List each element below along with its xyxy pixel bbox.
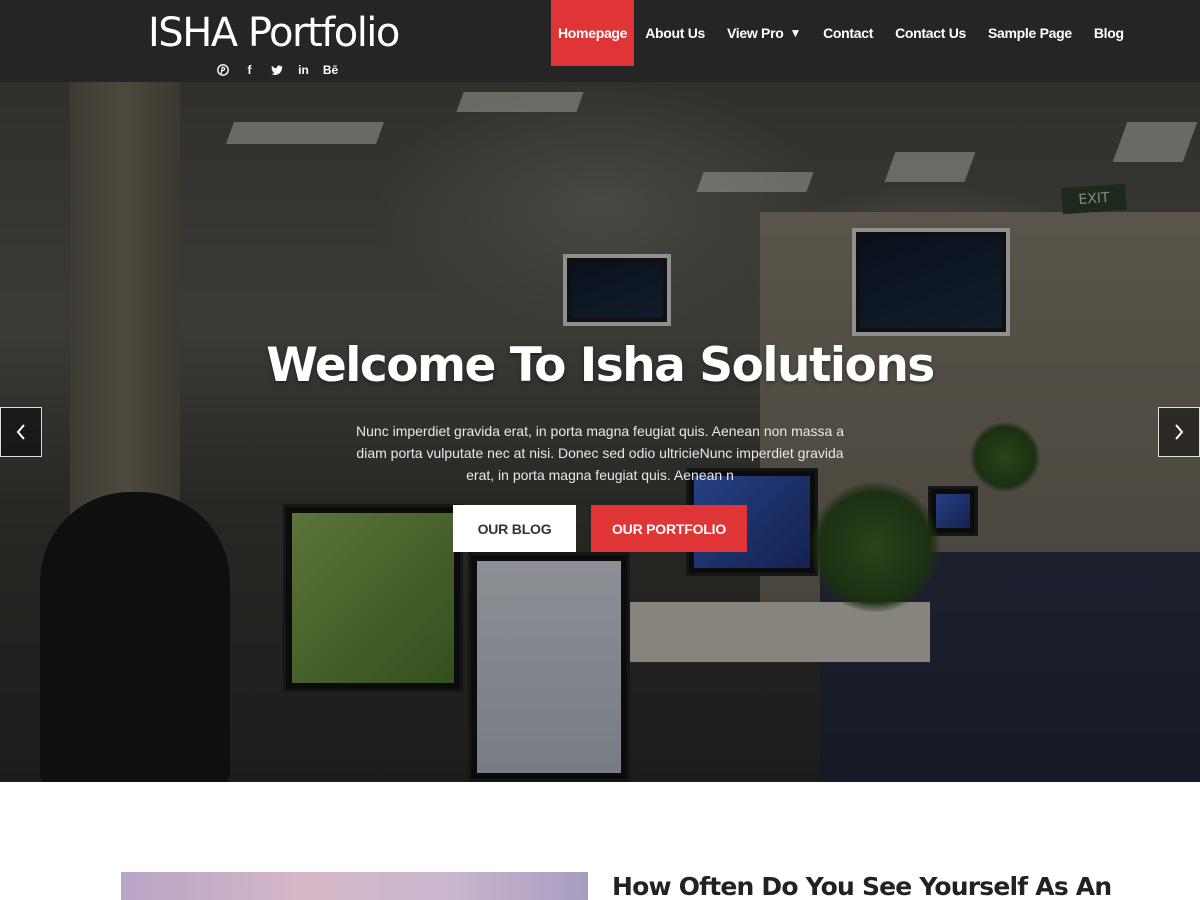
nav-label: Contact Us [895,25,966,41]
nav-item-blog[interactable]: Blog [1083,0,1135,66]
slider-next-button[interactable] [1158,407,1200,457]
nav-item-homepage[interactable]: Homepage [551,0,635,66]
nav-label: Homepage [558,25,628,41]
post-title[interactable]: How Often Do You See Yourself As An [612,870,1112,900]
linkedin-icon[interactable]: in [295,62,312,78]
chevron-left-icon [16,424,25,440]
social-links: f in Bē [214,62,339,78]
nav-item-contact[interactable]: Contact [812,0,884,66]
facebook-icon[interactable]: f [241,62,258,78]
behance-icon[interactable]: Bē [322,62,339,78]
nav-label: Blog [1093,25,1124,41]
nav-label: Contact [823,25,874,41]
nav-item-view-pro[interactable]: View Pro ▼ [716,0,812,66]
nav-item-contact-us[interactable]: Contact Us [884,0,977,66]
brand: ISHA Portfolio f in Bē [148,8,400,77]
chevron-right-icon [1175,424,1184,440]
pinterest-icon[interactable] [214,62,231,78]
main-nav: Homepage About Us View Pro ▼ Contact Cont… [551,0,1135,66]
hero-slider: EXIT Welcome To Isha Solutions Nunc impe… [0,82,1200,782]
nav-item-sample-page[interactable]: Sample Page [977,0,1083,66]
our-blog-button[interactable]: OUR BLOG [453,505,576,552]
nav-label: View Pro [727,25,784,41]
site-title[interactable]: ISHA Portfolio [148,8,400,58]
hero-content: Welcome To Isha Solutions Nunc imperdiet… [0,82,1200,782]
post-thumbnail[interactable] [121,872,588,900]
nav-label: Sample Page [988,25,1072,41]
hero-title: Welcome To Isha Solutions [266,338,935,393]
our-portfolio-button[interactable]: OUR PORTFOLIO [591,505,747,552]
nav-item-about-us[interactable]: About Us [634,0,716,66]
caret-down-icon: ▼ [789,26,802,40]
site-header: ISHA Portfolio f in Bē Homepage About Us… [0,0,1200,82]
hero-text: Nunc imperdiet gravida erat, in porta ma… [356,423,844,483]
nav-label: About Us [645,25,706,41]
slider-prev-button[interactable] [0,407,42,457]
twitter-icon[interactable] [268,62,285,78]
